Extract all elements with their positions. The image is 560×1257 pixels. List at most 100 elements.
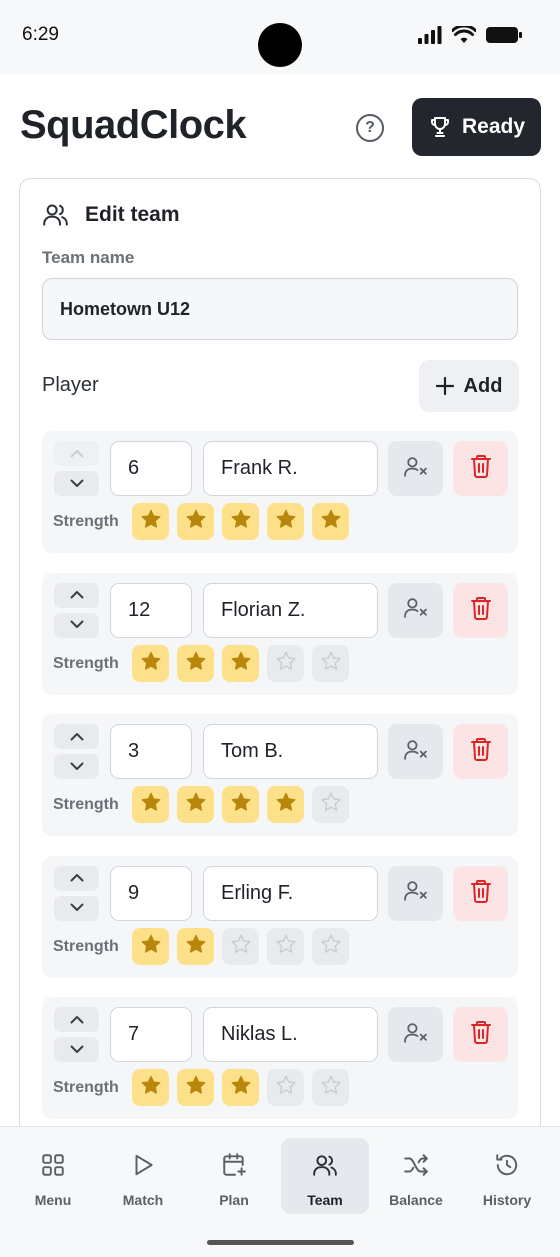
bench-player-button[interactable] [388, 724, 443, 779]
star-outline-icon [275, 1074, 297, 1101]
strength-star-button[interactable] [312, 644, 349, 682]
move-down-button[interactable] [54, 471, 99, 496]
star-filled-icon [275, 508, 297, 535]
grid-icon [40, 1151, 66, 1179]
move-down-button[interactable] [54, 895, 99, 921]
strength-star-button[interactable] [177, 927, 214, 965]
strength-star-button[interactable] [267, 503, 304, 540]
nav-item-match[interactable]: Match [99, 1138, 187, 1214]
strength-rating [132, 644, 349, 682]
strength-star-button[interactable] [177, 786, 214, 823]
card-header: Edit team [42, 201, 180, 228]
nav-item-plan[interactable]: Plan [190, 1138, 278, 1214]
star-outline-icon [320, 791, 342, 818]
player-number-input[interactable]: 12 [110, 582, 192, 638]
strength-star-button[interactable] [267, 1069, 304, 1106]
player-row: 12 Florian Z. Strength [42, 572, 518, 695]
star-filled-icon [185, 1074, 207, 1101]
star-outline-icon [320, 650, 342, 677]
add-player-button[interactable]: Add [419, 360, 519, 412]
strength-star-button[interactable] [177, 1069, 214, 1106]
move-up-button[interactable] [54, 582, 99, 608]
player-name-input[interactable]: Frank R. [203, 441, 378, 496]
star-filled-icon [140, 508, 162, 535]
strength-star-button[interactable] [132, 786, 169, 823]
delete-player-button[interactable] [453, 1007, 508, 1062]
player-number-input[interactable]: 7 [110, 1007, 192, 1062]
bench-player-button[interactable] [388, 1007, 443, 1062]
delete-player-button[interactable] [453, 724, 508, 779]
move-up-button[interactable] [54, 1007, 99, 1032]
chevron-up-icon [70, 1011, 84, 1029]
chevron-up-icon [70, 445, 84, 463]
wifi-icon [452, 26, 476, 43]
strength-star-button[interactable] [132, 1069, 169, 1106]
ready-label: Ready [461, 115, 526, 138]
bench-player-button[interactable] [388, 582, 443, 638]
nav-item-team[interactable]: Team [281, 1138, 369, 1214]
player-number-input[interactable]: 3 [110, 724, 192, 779]
chevron-down-icon [70, 616, 84, 634]
move-up-button[interactable] [54, 724, 99, 749]
trash-icon [470, 454, 492, 483]
move-down-button[interactable] [54, 754, 99, 779]
strength-star-button[interactable] [267, 644, 304, 682]
help-button[interactable]: ? [356, 114, 384, 142]
move-down-button[interactable] [54, 1037, 99, 1062]
strength-label: Strength [53, 654, 119, 672]
nav-label: Plan [219, 1192, 249, 1208]
bench-player-button[interactable] [388, 865, 443, 921]
star-filled-icon [185, 933, 207, 960]
player-name-input[interactable]: Erling F. [203, 865, 378, 921]
strength-star-button[interactable] [132, 927, 169, 965]
strength-star-button[interactable] [312, 927, 349, 965]
strength-star-button[interactable] [222, 927, 259, 965]
strength-star-button[interactable] [267, 786, 304, 823]
card-title: Edit team [85, 202, 180, 226]
player-name-input[interactable]: Florian Z. [203, 582, 378, 638]
strength-star-button[interactable] [222, 503, 259, 540]
star-filled-icon [275, 791, 297, 818]
star-filled-icon [185, 508, 207, 535]
strength-label: Strength [53, 937, 119, 955]
strength-star-button[interactable] [267, 927, 304, 965]
player-name-input[interactable]: Tom B. [203, 724, 378, 779]
strength-star-button[interactable] [222, 644, 259, 682]
delete-player-button[interactable] [453, 865, 508, 921]
nav-item-history[interactable]: History [463, 1138, 551, 1214]
team-name-input[interactable]: Hometown U12 [42, 278, 518, 340]
ready-button[interactable]: Ready [412, 98, 541, 156]
strength-star-button[interactable] [312, 786, 349, 823]
strength-star-button[interactable] [222, 786, 259, 823]
strength-rating [132, 786, 349, 823]
delete-player-button[interactable] [453, 582, 508, 638]
player-number-input[interactable]: 6 [110, 441, 192, 496]
bench-player-button[interactable] [388, 441, 443, 496]
move-down-button[interactable] [54, 612, 99, 638]
strength-star-button[interactable] [312, 1069, 349, 1106]
nav-label: Match [122, 1192, 164, 1208]
delete-player-button[interactable] [453, 441, 508, 496]
star-filled-icon [320, 508, 342, 535]
strength-star-button[interactable] [222, 1069, 259, 1106]
chevron-up-icon [70, 586, 84, 604]
move-up-button[interactable] [54, 441, 99, 466]
strength-star-button[interactable] [312, 503, 349, 540]
chevron-down-icon [70, 758, 84, 776]
player-number-input[interactable]: 9 [110, 865, 192, 921]
strength-star-button[interactable] [132, 644, 169, 682]
strength-star-button[interactable] [177, 644, 214, 682]
star-filled-icon [185, 650, 207, 677]
star-outline-icon [230, 933, 252, 960]
star-filled-icon [140, 791, 162, 818]
plus-icon [435, 377, 454, 395]
strength-star-button[interactable] [177, 503, 214, 540]
move-up-button[interactable] [54, 865, 99, 891]
player-name-input[interactable]: Niklas L. [203, 1007, 378, 1062]
chevron-up-icon [70, 869, 84, 887]
nav-item-menu[interactable]: Menu [9, 1138, 97, 1214]
star-filled-icon [140, 650, 162, 677]
strength-star-button[interactable] [132, 503, 169, 540]
nav-item-balance[interactable]: Balance [372, 1138, 460, 1214]
star-filled-icon [140, 1074, 162, 1101]
